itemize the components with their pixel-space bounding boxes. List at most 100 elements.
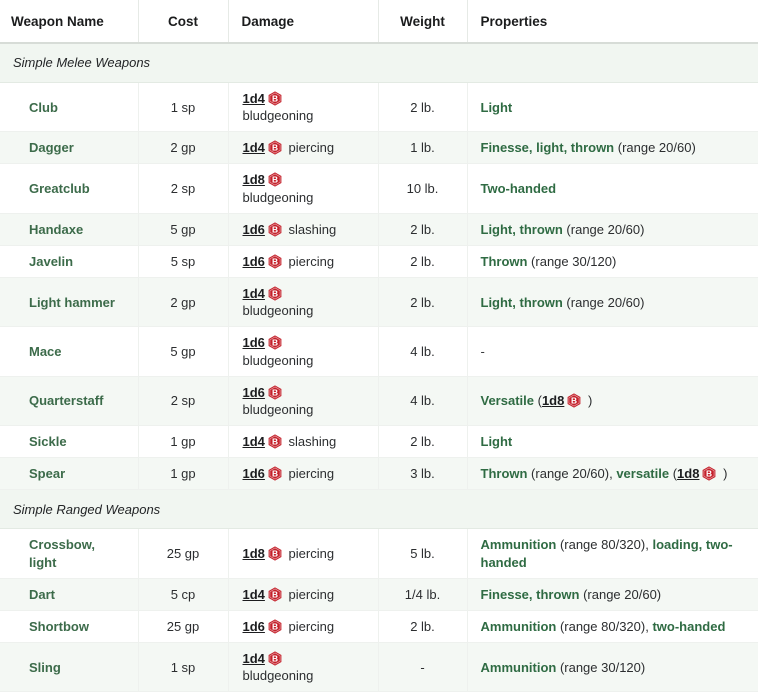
damage-type-label: piercing [284,545,335,561]
dice-roll-link[interactable]: 1d6 [243,254,265,269]
beyond20-roll-badge-icon[interactable]: B [268,466,282,481]
beyond20-roll-badge-icon[interactable]: B [268,286,282,301]
property-link[interactable]: Light [481,100,513,115]
dice-roll-link[interactable]: 1d8 [243,546,265,561]
weapon-properties-cell: Versatile (1d8 B ) [467,376,758,427]
weapon-name-link[interactable]: Dart [29,587,55,602]
dice-roll-link[interactable]: 1d6 [243,222,265,237]
table-row: Crossbow, light 25 gp 1d8 B piercing 5 lb. Am… [0,528,758,579]
weapon-name-link[interactable]: Sling [29,660,61,675]
weapon-properties-cell: Ammunition (range 80/320), two-handed [467,610,758,643]
weapon-name-cell: Javelin [0,245,139,279]
property-text: (range 20/60) [579,586,662,602]
property-link[interactable]: Light, thrown [481,222,563,237]
beyond20-roll-badge-icon[interactable]: B [268,619,282,634]
weapon-weight-cell: 1 lb. [378,131,468,165]
weapon-name-cell: Shortbow [0,610,139,643]
weapon-name-link[interactable]: Club [29,100,58,115]
beyond20-roll-badge-icon[interactable]: B [268,587,282,602]
weapon-weight-cell: 2 lb. [378,82,468,133]
weapon-name-link[interactable]: Mace [29,344,62,359]
property-link[interactable]: versatile [616,466,669,481]
dice-roll-link[interactable]: 1d4 [243,140,265,155]
weapon-name-link[interactable]: Javelin [29,254,73,269]
weapon-properties-cell: Light [467,425,758,459]
dice-roll-link[interactable]: 1d4 [243,91,265,106]
svg-text:B: B [272,654,278,664]
weapon-damage-cell: 1d4 B piercing [228,578,379,611]
svg-text:B: B [272,621,278,631]
beyond20-roll-badge-icon[interactable]: B [268,546,282,561]
table-row: Handaxe 5 gp 1d6 B slashing 2 lb. Light, thro… [0,213,758,246]
beyond20-roll-badge-icon[interactable]: B [268,91,282,106]
property-link[interactable]: Light, thrown [481,295,563,310]
property-link[interactable]: Finesse, light, thrown [481,140,615,155]
weapon-name-link[interactable]: Handaxe [29,222,83,237]
weapon-properties-cell: Finesse, light, thrown (range 20/60) [467,131,758,165]
weapon-name-link[interactable]: Spear [29,466,65,481]
svg-text:B: B [272,549,278,559]
weapon-name-link[interactable]: Dagger [29,140,74,155]
property-link[interactable]: Thrown [481,466,528,481]
section-header-row: Simple Ranged Weapons [0,489,758,530]
weapon-name-link[interactable]: Greatclub [29,181,90,196]
property-link[interactable]: Two-handed [481,181,557,196]
property-link[interactable]: Ammunition [481,537,557,552]
property-text: (range 20/60) [562,294,645,310]
beyond20-roll-badge-icon[interactable]: B [268,172,282,188]
weapon-name-link[interactable]: Crossbow, light [29,537,95,569]
property-link[interactable]: Thrown [481,254,528,269]
weapon-name-cell: Spear [0,457,139,491]
property-text: ( [669,466,678,482]
dice-roll-link[interactable]: 1d4 [243,587,265,602]
svg-text:B: B [272,224,278,234]
weapon-cost-cell: 1 gp [138,425,229,459]
weapon-weight-cell: 2 lb. [378,213,468,246]
property-link[interactable]: two-handed [652,619,725,634]
weapon-weight-cell: - [378,642,468,692]
beyond20-roll-badge-icon[interactable]: B [268,385,282,400]
table-row: Light hammer 2 gp 1d4 Bbludgeoning 2 lb. Ligh… [0,277,758,328]
dice-roll-link[interactable]: 1d8 [677,466,699,481]
beyond20-roll-badge-icon[interactable]: B [268,335,282,351]
dice-roll-link[interactable]: 1d8 [243,172,265,187]
weapon-name-cell: Dart [0,578,139,611]
dice-roll-link[interactable]: 1d6 [243,385,265,400]
property-link[interactable]: Ammunition [481,619,557,634]
property-link[interactable]: Versatile [481,393,535,408]
weapon-damage-cell: 1d6 B piercing [228,245,379,279]
beyond20-roll-badge-icon[interactable]: B [268,222,282,237]
weapon-name-link[interactable]: Sickle [29,434,67,449]
beyond20-roll-badge-icon[interactable]: B [567,393,581,408]
dice-roll-link[interactable]: 1d4 [243,651,265,666]
damage-type-label: bludgeoning [242,303,314,319]
property-text: ( [534,393,542,409]
weapon-cost-cell: 2 sp [138,376,229,427]
column-header-damage: Damage [228,0,379,44]
weapon-cost-cell: 2 gp [138,131,229,165]
weapon-weight-cell: 2 lb. [378,277,468,328]
dice-roll-link[interactable]: 1d4 [243,434,265,449]
weapon-name-link[interactable]: Quarterstaff [29,393,103,408]
section-title: Simple Ranged Weapons [0,489,758,530]
beyond20-roll-badge-icon[interactable]: B [702,466,716,481]
weapon-cost-cell: 5 gp [138,213,229,246]
beyond20-roll-badge-icon[interactable]: B [268,254,282,269]
property-link[interactable]: Light [481,434,513,449]
property-link[interactable]: Finesse, thrown [481,587,580,602]
dice-roll-link[interactable]: 1d6 [243,466,265,481]
dice-roll-link[interactable]: 1d4 [243,286,265,301]
weapon-name-link[interactable]: Shortbow [29,619,89,634]
weapon-weight-cell: 2 lb. [378,245,468,279]
beyond20-roll-badge-icon[interactable]: B [268,434,282,449]
dice-roll-link[interactable]: 1d6 [243,335,265,350]
dice-roll-link[interactable]: 1d6 [243,619,265,634]
table-row: Mace 5 gp 1d6 Bbludgeoning 4 lb. - [0,326,758,377]
weapon-name-cell: Club [0,82,139,133]
weapon-properties-cell: Finesse, thrown (range 20/60) [467,578,758,611]
beyond20-roll-badge-icon[interactable]: B [268,140,282,155]
weapon-name-link[interactable]: Light hammer [29,295,115,310]
property-link[interactable]: Ammunition [481,660,557,675]
dice-roll-link[interactable]: 1d8 [542,393,564,408]
beyond20-roll-badge-icon[interactable]: B [268,651,282,666]
